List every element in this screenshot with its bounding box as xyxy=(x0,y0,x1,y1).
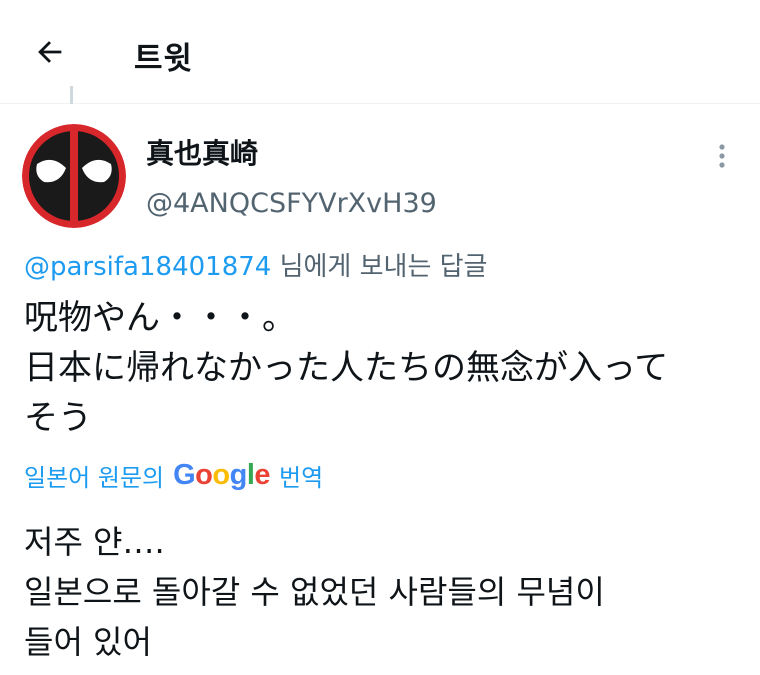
google-letter: o xyxy=(195,458,213,491)
google-letter: o xyxy=(212,458,230,491)
google-letter: e xyxy=(254,458,271,491)
mention-link[interactable]: @parsifa18401874 xyxy=(24,252,271,282)
translated-text: 저주 얀…. 일본으로 돌아갈 수 없었던 사람들의 무념이 들어 있어 xyxy=(24,523,605,661)
back-arrow-icon xyxy=(38,41,62,63)
translate-link[interactable]: 일본어 원문의 Google 번역 xyxy=(24,458,323,492)
avatar[interactable] xyxy=(22,124,126,228)
top-bar: 트윗 xyxy=(0,0,760,104)
back-button[interactable] xyxy=(26,28,74,76)
thread-connector-line xyxy=(70,86,73,104)
display-name[interactable]: 真也真崎 xyxy=(146,132,258,172)
replying-to-suffix: 님에게 보내는 답글 xyxy=(271,252,488,282)
more-options-button[interactable] xyxy=(704,136,740,176)
google-letter: g xyxy=(229,458,248,491)
google-letter: G xyxy=(173,458,196,491)
translate-suffix: 번역 xyxy=(279,463,324,492)
google-logo: Google xyxy=(173,459,270,492)
replying-to: @parsifa18401874 님에게 보내는 답글 xyxy=(24,246,487,283)
page-title: 트윗 xyxy=(134,41,194,77)
deadpool-mask-icon xyxy=(22,124,126,228)
tweet-page: 트윗 真也真崎 @4ANQCSFYVrXvH39 @parsifa1840187… xyxy=(0,0,760,675)
translate-prefix: 일본어 원문의 xyxy=(24,463,165,492)
user-handle[interactable]: @4ANQCSFYVrXvH39 xyxy=(146,188,437,219)
more-vertical-icon xyxy=(719,144,725,168)
tweet-text: 呪物やん・・・。 日本に帰れなかった人たちの無念が入って そう xyxy=(24,298,669,438)
